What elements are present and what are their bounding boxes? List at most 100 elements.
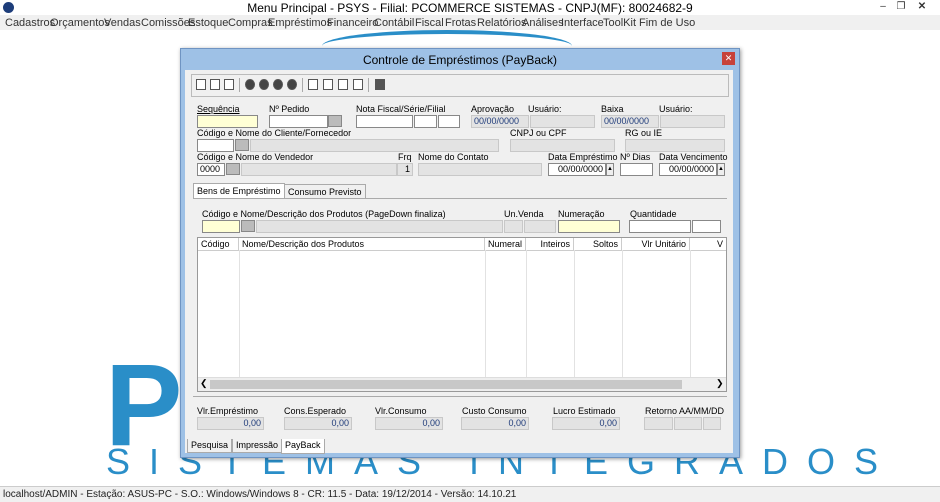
menu-relatorios[interactable]: Relatórios bbox=[477, 17, 527, 29]
cnpj-label: CNPJ ou CPF bbox=[510, 128, 567, 138]
consumption-cost-label: Custo Consumo bbox=[462, 406, 527, 416]
settlement-user-field bbox=[660, 115, 725, 128]
due-date-input[interactable]: 00/00/0000 bbox=[659, 163, 717, 176]
check-document-icon[interactable] bbox=[338, 79, 348, 90]
frq-field: 1 bbox=[397, 163, 413, 176]
grid-divider bbox=[622, 250, 623, 377]
menu-fiscal[interactable]: Fiscal bbox=[415, 17, 444, 29]
sale-unit-extra-field bbox=[524, 220, 556, 233]
menu-compras[interactable]: Compras bbox=[228, 17, 273, 29]
menu-fim-de-uso[interactable]: Fim de Uso bbox=[639, 17, 695, 29]
return-months-field bbox=[674, 417, 702, 430]
expected-consumption-field: 0,00 bbox=[284, 417, 352, 430]
save-icon[interactable] bbox=[196, 79, 206, 90]
menu-estoque[interactable]: Estoque bbox=[188, 17, 228, 29]
dialog-body: Sequência Nº Pedido Nota Fiscal/Série/Fi… bbox=[185, 70, 733, 454]
scroll-left-icon[interactable]: ❮ bbox=[200, 378, 208, 389]
loan-value-label: Vlr.Empréstimo bbox=[197, 406, 259, 416]
restore-button[interactable]: ❐ bbox=[894, 1, 908, 13]
seller-code-input[interactable]: 0000 bbox=[197, 163, 225, 176]
menu-orcamentos[interactable]: Orçamentos bbox=[50, 17, 110, 29]
loan-date-input[interactable]: 00/00/0000 bbox=[548, 163, 606, 176]
seller-lookup-icon[interactable] bbox=[226, 163, 240, 175]
invoice-series-input[interactable] bbox=[414, 115, 437, 128]
menu-financeiro[interactable]: Financeiro bbox=[327, 17, 378, 29]
client-code-input[interactable] bbox=[197, 139, 234, 152]
status-bar: localhost/ADMIN - Estação: ASUS-PC - S.O… bbox=[0, 486, 940, 502]
product-label: Código e Nome/Descrição dos Produtos (Pa… bbox=[202, 209, 446, 219]
loan-date-label: Data Empréstimo bbox=[548, 152, 618, 162]
days-input[interactable] bbox=[620, 163, 653, 176]
quantity-label: Quantidade bbox=[630, 209, 677, 219]
tab-search[interactable]: Pesquisa bbox=[187, 439, 233, 453]
first-record-icon[interactable] bbox=[245, 79, 255, 90]
menu-cadastros[interactable]: Cadastros bbox=[5, 17, 55, 29]
col-unit-value[interactable]: Vlr Unitário bbox=[622, 238, 690, 250]
col-integers[interactable]: Inteiros bbox=[526, 238, 574, 250]
menu-bar: Cadastros Orçamentos Vendas Comissões Es… bbox=[0, 15, 940, 30]
col-code[interactable]: Código bbox=[198, 238, 239, 250]
next-record-icon[interactable] bbox=[273, 79, 283, 90]
col-numeral[interactable]: Numeral bbox=[485, 238, 526, 250]
tab-payback[interactable]: PayBack bbox=[281, 439, 325, 454]
product-code-input[interactable] bbox=[202, 220, 240, 233]
minimize-button[interactable]: – bbox=[876, 1, 890, 13]
seller-label: Código e Nome do Vendedor bbox=[197, 152, 314, 162]
products-grid[interactable]: Código Nome/Descrição dos Produtos Numer… bbox=[197, 237, 727, 392]
totals-divider bbox=[193, 396, 727, 397]
menu-interface[interactable]: Interface bbox=[561, 17, 604, 29]
order-number-label: Nº Pedido bbox=[269, 104, 310, 114]
new-document-icon[interactable] bbox=[210, 79, 220, 90]
menu-vendas[interactable]: Vendas bbox=[104, 17, 141, 29]
menu-contabil[interactable]: Contábil bbox=[374, 17, 414, 29]
dialog-title: Controle de Empréstimos (PayBack) bbox=[362, 53, 558, 67]
quantity-input[interactable] bbox=[629, 220, 691, 233]
edit-document-icon[interactable] bbox=[323, 79, 333, 90]
menu-toolkit[interactable]: ToolKit bbox=[603, 17, 636, 29]
dialog-close-button[interactable]: ✕ bbox=[722, 52, 735, 65]
tab-loan-goods[interactable]: Bens de Empréstimo bbox=[193, 183, 285, 198]
seller-name-field bbox=[241, 163, 397, 176]
product-name-field bbox=[256, 220, 503, 233]
loan-value-field: 0,00 bbox=[197, 417, 264, 430]
rg-field bbox=[625, 139, 725, 152]
col-description[interactable]: Nome/Descrição dos Produtos bbox=[239, 238, 485, 250]
settlement-date-field: 00/00/0000 bbox=[601, 115, 659, 128]
scroll-right-icon[interactable]: ❯ bbox=[716, 378, 724, 389]
product-lookup-icon[interactable] bbox=[241, 220, 255, 232]
calculator-icon[interactable] bbox=[308, 79, 318, 90]
quantity-extra-input[interactable] bbox=[692, 220, 721, 233]
invoice-branch-input[interactable] bbox=[438, 115, 460, 128]
order-number-input[interactable] bbox=[269, 115, 328, 128]
delete-icon[interactable] bbox=[375, 79, 385, 90]
tab-print[interactable]: Impressão bbox=[232, 439, 283, 453]
invoice-number-input[interactable] bbox=[356, 115, 413, 128]
order-lookup-icon[interactable] bbox=[328, 115, 342, 127]
client-lookup-icon[interactable] bbox=[235, 139, 249, 151]
menu-analises[interactable]: Análises bbox=[522, 17, 564, 29]
numbering-input[interactable] bbox=[558, 220, 620, 233]
last-record-icon[interactable] bbox=[287, 79, 297, 90]
scrollbar-thumb[interactable] bbox=[210, 380, 682, 389]
estimated-profit-label: Lucro Estimado bbox=[553, 406, 616, 416]
col-value[interactable]: V bbox=[690, 238, 726, 250]
edit-icon[interactable] bbox=[353, 79, 363, 90]
menu-frotas[interactable]: Frotas bbox=[445, 17, 476, 29]
sequence-input[interactable] bbox=[197, 115, 258, 128]
numbering-label: Numeração bbox=[558, 209, 605, 219]
window-title: Menu Principal - PSYS - Filial: PCOMMERC… bbox=[247, 1, 693, 15]
undo-icon[interactable] bbox=[224, 79, 234, 90]
previous-record-icon[interactable] bbox=[259, 79, 269, 90]
loan-date-spinner[interactable]: ▲ bbox=[606, 163, 614, 176]
tab-expected-consumption[interactable]: Consumo Previsto bbox=[284, 184, 366, 199]
close-button[interactable]: ✕ bbox=[915, 1, 929, 13]
menu-emprestimos[interactable]: Empréstimos bbox=[268, 17, 332, 29]
rg-label: RG ou IE bbox=[625, 128, 663, 138]
window-titlebar: Menu Principal - PSYS - Filial: PCOMMERC… bbox=[0, 0, 940, 15]
col-loose[interactable]: Soltos bbox=[574, 238, 622, 250]
expected-consumption-label: Cons.Esperado bbox=[284, 406, 347, 416]
horizontal-scrollbar[interactable]: ❮ ❯ bbox=[198, 377, 726, 391]
due-date-spinner[interactable]: ▲ bbox=[717, 163, 725, 176]
sale-unit-field bbox=[504, 220, 523, 233]
return-days-field bbox=[703, 417, 721, 430]
